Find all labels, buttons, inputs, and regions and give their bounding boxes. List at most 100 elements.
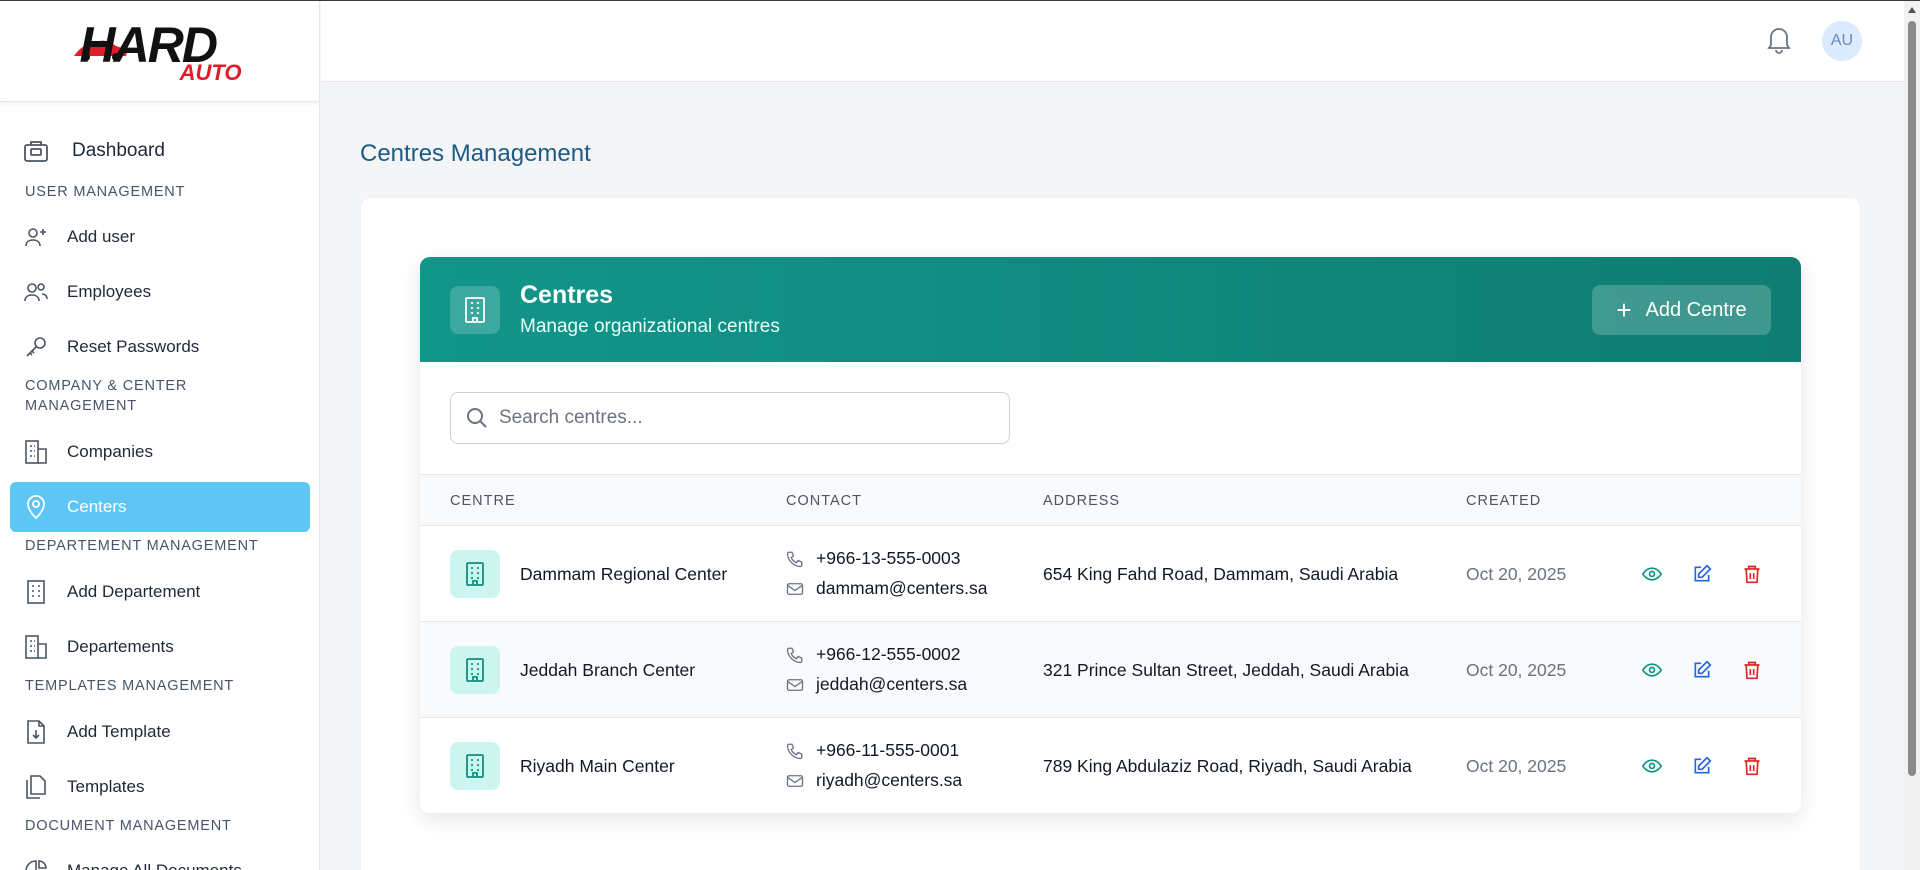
contact-phone: +966-11-555-0001 (786, 740, 959, 761)
section-departement-management: DEPARTEMENT MANAGEMENT (25, 538, 259, 554)
table-row[interactable]: Riyadh Main Center +966-11-555-0001 riya… (420, 718, 1801, 813)
eye-icon[interactable] (1641, 563, 1663, 585)
phone-text: +966-13-555-0003 (816, 548, 961, 568)
section-document-management: DOCUMENT MANAGEMENT (25, 818, 232, 834)
column-header-centre: CENTRE (450, 493, 516, 509)
add-centre-button[interactable]: + Add Centre (1592, 285, 1771, 335)
column-header-contact: CONTACT (786, 493, 863, 509)
sidebar-item-label: Employees (67, 282, 152, 301)
contact-phone: +966-13-555-0003 (786, 548, 961, 569)
created-date: Oct 20, 2025 (1466, 564, 1567, 584)
eye-icon[interactable] (1641, 659, 1663, 681)
email-text: dammam@centers.sa (816, 578, 988, 598)
eye-icon[interactable] (1641, 755, 1663, 777)
plus-icon: + (1616, 295, 1632, 325)
sidebar-item-add-template[interactable]: Add Template (10, 707, 310, 757)
section-user-management: USER MANAGEMENT (25, 184, 186, 200)
sidebar-item-templates[interactable]: Templates (10, 762, 310, 812)
sidebar-item-label: Dashboard (72, 140, 165, 161)
search-icon (465, 406, 489, 430)
window-top-border (0, 0, 1920, 1)
sidebar-item-label: Departements (67, 637, 174, 656)
sidebar-item-label: Add Template (67, 722, 171, 741)
panel-header: Centres Manage organizational centres + … (420, 257, 1801, 362)
logo-auto-text: AUTO (179, 59, 242, 85)
trash-icon[interactable] (1741, 563, 1763, 585)
avatar[interactable]: AU (1822, 21, 1862, 61)
panel-title: Centres (520, 281, 614, 309)
building-icon (450, 550, 500, 598)
contact-email: dammam@centers.sa (786, 578, 987, 599)
sidebar-item-dashboard[interactable]: Dashboard (10, 126, 310, 176)
building-icon (22, 578, 50, 606)
sidebar-item-add-user[interactable]: Add user (10, 212, 310, 262)
user-plus-icon (22, 223, 50, 251)
users-icon (22, 278, 50, 306)
sidebar-item-label: Add Departement (67, 582, 201, 601)
centre-address: 789 King Abdulaziz Road, Riyadh, Saudi A… (1043, 756, 1412, 776)
created-date: Oct 20, 2025 (1466, 756, 1567, 776)
table-row[interactable]: Dammam Regional Center +966-13-555-0003 … (420, 526, 1801, 622)
scroll-thumb[interactable] (1908, 21, 1916, 776)
search-box[interactable] (450, 392, 1010, 444)
contact-email: riyadh@centers.sa (786, 770, 962, 791)
sidebar-item-label: Centers (67, 497, 127, 516)
building-icon (450, 646, 500, 694)
top-header (321, 1, 1904, 82)
sidebar-item-centers[interactable]: Centers (10, 482, 310, 532)
search-input[interactable] (499, 407, 999, 429)
mail-icon (786, 773, 804, 789)
bell-icon[interactable] (1766, 24, 1792, 59)
edit-icon[interactable] (1691, 659, 1713, 681)
sidebar-item-employees[interactable]: Employees (10, 267, 310, 317)
file-download-icon (22, 718, 50, 746)
centre-address: 654 King Fahd Road, Dammam, Saudi Arabia (1043, 564, 1399, 584)
edit-icon[interactable] (1691, 563, 1713, 585)
sidebar-item-label: Reset Passwords (67, 337, 200, 356)
brand-logo[interactable]: HARD AUTO (70, 16, 250, 86)
trash-icon[interactable] (1741, 659, 1763, 681)
sidebar-item-label: Manage All Documents (67, 861, 242, 870)
map-pin-icon (22, 493, 50, 521)
centre-address: 321 Prince Sultan Street, Jeddah, Saudi … (1043, 660, 1409, 680)
phone-icon (786, 742, 804, 760)
contact-phone: +966-12-555-0002 (786, 644, 961, 665)
building-icon (450, 742, 500, 790)
briefcase-icon (22, 137, 50, 165)
column-header-address: ADDRESS (1043, 493, 1121, 509)
key-icon (22, 333, 50, 361)
phone-text: +966-11-555-0001 (816, 740, 960, 760)
phone-icon (786, 550, 804, 568)
phone-icon (786, 646, 804, 664)
section-templates-management: TEMPLATES MANAGEMENT (25, 678, 235, 694)
sidebar-item-companies[interactable]: Companies (10, 427, 310, 477)
sidebar-item-reset-passwords[interactable]: Reset Passwords (10, 322, 310, 372)
logo-area[interactable]: HARD AUTO (0, 0, 319, 102)
centre-name: Jeddah Branch Center (520, 660, 696, 680)
trash-icon[interactable] (1741, 755, 1763, 777)
page-title: Centres Management (360, 140, 591, 167)
contact-email: jeddah@centers.sa (786, 674, 967, 695)
panel-subtitle: Manage organizational centres (520, 316, 780, 337)
building-icon (22, 633, 50, 661)
page-scrollbar[interactable] (1904, 1, 1920, 870)
section-company-center-management: COMPANY & CENTER MANAGEMENT (25, 378, 188, 414)
table-row[interactable]: Jeddah Branch Center +966-12-555-0002 je… (420, 622, 1801, 718)
email-text: riyadh@centers.sa (816, 770, 963, 790)
building-icon (450, 286, 500, 334)
scroll-up-arrow[interactable] (1908, 7, 1916, 13)
sidebar-item-label: Templates (67, 777, 145, 796)
building-icon (22, 438, 50, 466)
sidebar-item-add-departement[interactable]: Add Departement (10, 567, 310, 617)
sidebar-item-label: Companies (67, 442, 153, 461)
mail-icon (786, 677, 804, 693)
created-date: Oct 20, 2025 (1466, 660, 1567, 680)
edit-icon[interactable] (1691, 755, 1713, 777)
table-header: CENTRE CONTACT ADDRESS CREATED (420, 474, 1801, 526)
sidebar-item-departements[interactable]: Departements (10, 622, 310, 672)
sidebar-item-label: Add user (67, 227, 136, 246)
mail-icon (786, 581, 804, 597)
sidebar-item-manage-all-documents[interactable]: Manage All Documents (10, 846, 310, 870)
centres-panel: Centres Manage organizational centres + … (420, 257, 1801, 813)
centre-name: Dammam Regional Center (520, 564, 728, 584)
